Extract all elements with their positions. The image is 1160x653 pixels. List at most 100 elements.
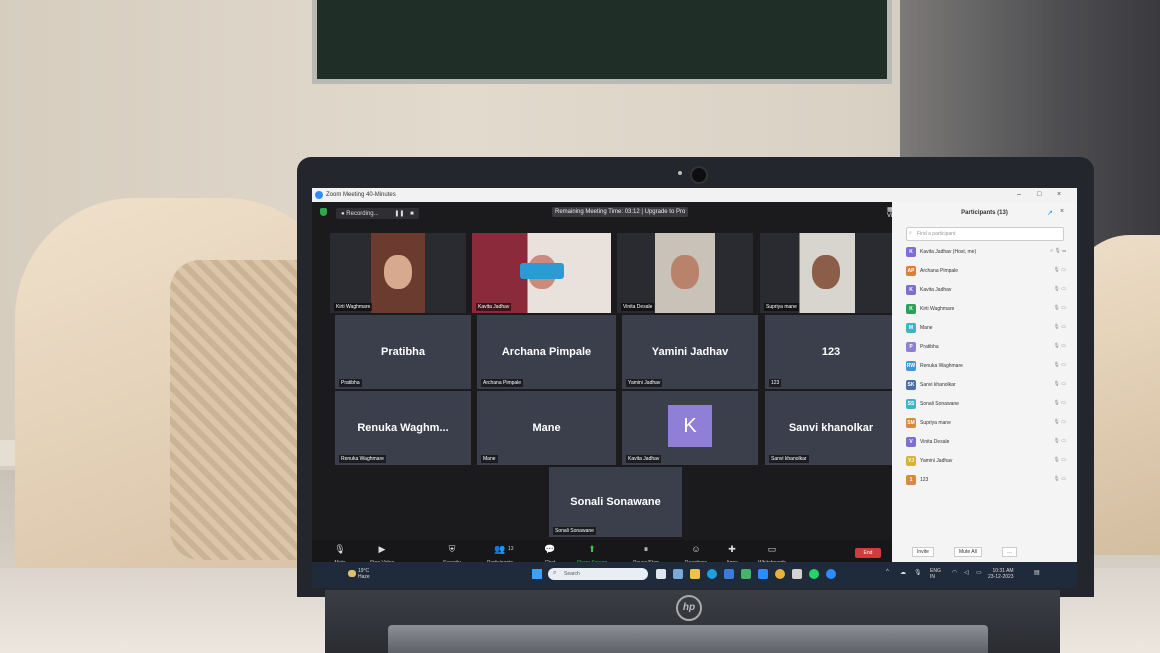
search-icon: ⌕: [553, 570, 557, 576]
popout-icon[interactable]: ↗: [1047, 209, 1053, 217]
microphone-icon[interactable]: 🎙: [914, 569, 922, 576]
mic-camera-status-icon[interactable]: 🎙 ▭: [1054, 476, 1066, 482]
volume-icon[interactable]: ◁: [964, 569, 969, 576]
whatsapp-icon[interactable]: [809, 569, 819, 579]
video-tile[interactable]: Supriya mane: [760, 233, 892, 313]
mic-camera-status-icon[interactable]: 🎙 ▭: [1054, 419, 1066, 425]
invite-button[interactable]: Invite: [912, 547, 934, 557]
participant-row[interactable]: M Mane 🎙 ▭: [906, 323, 1066, 335]
language-indicator[interactable]: ENG IN: [930, 568, 941, 580]
task-view-icon[interactable]: [656, 569, 666, 579]
maximize-icon[interactable]: □: [1037, 191, 1041, 198]
mic-camera-status-icon[interactable]: 🎙 ▭: [1054, 286, 1066, 292]
video-tile[interactable]: Pratibha Pratibha: [335, 315, 471, 389]
wifi-icon[interactable]: ◠: [952, 569, 957, 576]
video-tile[interactable]: Sonali Sonawane Sonali Sonawane: [549, 467, 682, 537]
video-tile[interactable]: 123 123: [765, 315, 897, 389]
mic-camera-status-icon[interactable]: 🎙 ▭: [1054, 438, 1066, 444]
participant-row[interactable]: AP Archana Pimpale 🎙 ▭: [906, 266, 1066, 278]
mic-camera-status-icon[interactable]: 🎙 ▭: [1054, 400, 1066, 406]
windows-start-icon[interactable]: [532, 569, 542, 579]
close-icon[interactable]: ×: [1057, 191, 1061, 198]
participant-search-input[interactable]: ⌕ Find a participant: [906, 227, 1064, 241]
tile-name-label: Supriya mane: [764, 303, 799, 311]
pause-icon[interactable]: ❚❚: [394, 211, 404, 217]
avatar: SS: [906, 399, 916, 409]
mic-camera-status-icon[interactable]: 🎙 ▭: [1054, 305, 1066, 311]
tile-name-label: Renuka Waghmare: [339, 455, 386, 463]
video-tile[interactable]: Renuka Waghm... Renuka Waghmare: [335, 391, 471, 465]
tile-name-label: Sanvi khanolkar: [769, 455, 809, 463]
participant-row[interactable]: SM Supriya mane 🎙 ▭: [906, 418, 1066, 430]
whiteboard-icon: ▭: [767, 544, 777, 554]
mic-camera-status-icon[interactable]: 🎙 ▭: [1054, 267, 1066, 273]
more-options-button[interactable]: …: [1002, 547, 1017, 557]
avatar: K: [906, 247, 916, 257]
video-tile[interactable]: Vinita Desale: [617, 233, 753, 313]
laptop-screen: Zoom Meeting 40-Minutes – □ × ● Recordin…: [312, 188, 1077, 588]
mic-camera-status-icon[interactable]: 🎙 ▭: [1054, 381, 1066, 387]
edge-browser-icon[interactable]: [707, 569, 717, 579]
notification-icon[interactable]: ▤: [1034, 569, 1040, 576]
participant-row[interactable]: RW Renuka Waghmare 🎙 ▭: [906, 361, 1066, 373]
webcam-icon: [690, 166, 708, 184]
avatar: RW: [906, 361, 916, 371]
close-panel-icon[interactable]: ×: [1060, 208, 1064, 215]
tile-name-label: Pratibha: [339, 379, 362, 387]
remaining-time-banner[interactable]: Remaining Meeting Time: 03:12 | Upgrade …: [552, 207, 689, 217]
video-tile[interactable]: Archana Pimpale Archana Pimpale: [477, 315, 616, 389]
video-tile[interactable]: Kirti Waghmare: [330, 233, 466, 313]
participant-row[interactable]: P Pratibha 🎙 ▭: [906, 342, 1066, 354]
taskbar-clock[interactable]: 10:31 AM 23-12-2023: [988, 568, 1014, 580]
participant-row[interactable]: SS Sonali Sonawane 🎙 ▭: [906, 399, 1066, 411]
participant-name: Archana Pimpale: [920, 268, 959, 274]
taskbar-search-placeholder: Search: [564, 571, 580, 577]
avatar: SK: [906, 380, 916, 390]
store-icon[interactable]: [724, 569, 734, 579]
mic-camera-status-icon[interactable]: ⌕ 🎙 ▭: [1050, 248, 1066, 254]
zoom-app-icon[interactable]: [826, 569, 836, 579]
chevron-up-icon[interactable]: ^: [886, 569, 889, 575]
mic-camera-status-icon[interactable]: 🎙 ▭: [1054, 362, 1066, 368]
tile-name-label: Kavita Jadhav: [626, 455, 662, 463]
participant-face: [384, 255, 412, 289]
shield-icon[interactable]: [320, 208, 327, 216]
participant-name: Renuka Waghmare: [920, 363, 963, 369]
video-tile[interactable]: K Kavita Jadhav: [622, 391, 758, 465]
participant-row[interactable]: K Kavita Jadhav (Host, me) ⌕ 🎙 ▭: [906, 247, 1066, 259]
chrome-icon[interactable]: [775, 569, 785, 579]
end-meeting-button[interactable]: End: [855, 548, 881, 558]
participant-row[interactable]: SK Sanvi khanolkar 🎙 ▭: [906, 380, 1066, 392]
zoom-taskbar-icon[interactable]: [758, 569, 768, 579]
people-icon: 👥: [494, 544, 506, 554]
recording-indicator[interactable]: ● Recording... ❚❚ ■: [336, 208, 419, 219]
cloud-icon[interactable]: ☁: [900, 569, 906, 576]
weather-widget[interactable]: 19°C Haze: [358, 568, 370, 580]
participant-row[interactable]: K Kavita Jadhav 🎙 ▭: [906, 285, 1066, 297]
minimize-icon[interactable]: –: [1017, 191, 1021, 198]
battery-icon[interactable]: ▭: [976, 569, 982, 576]
participant-row[interactable]: 1 123 🎙 ▭: [906, 475, 1066, 487]
video-tile[interactable]: Yamini Jadhav Yamini Jadhav: [622, 315, 758, 389]
participant-row[interactable]: K Kirti Waghmare 🎙 ▭: [906, 304, 1066, 316]
mic-camera-status-icon[interactable]: 🎙 ▭: [1054, 324, 1066, 330]
participant-row[interactable]: YJ Yamini Jadhav 🎙 ▭: [906, 456, 1066, 468]
mic-camera-status-icon[interactable]: 🎙 ▭: [1054, 343, 1066, 349]
stop-icon[interactable]: ■: [410, 211, 414, 217]
participant-name: 123: [920, 477, 929, 483]
app-icon-green[interactable]: [741, 569, 751, 579]
share-screen-icon: ⬆: [588, 544, 596, 554]
file-explorer-icon[interactable]: [690, 569, 700, 579]
tile-display-name: Renuka Waghm...: [357, 422, 449, 434]
tile-name-label: Vinita Desale: [621, 303, 655, 311]
mute-all-button[interactable]: Mute All: [954, 547, 982, 557]
chat-app-icon[interactable]: [673, 569, 683, 579]
mic-camera-status-icon[interactable]: 🎙 ▭: [1054, 457, 1066, 463]
taskbar-search-input[interactable]: ⌕ Search: [548, 568, 648, 580]
participant-row[interactable]: V Vinita Desale 🎙 ▭: [906, 437, 1066, 449]
photos-icon[interactable]: [792, 569, 802, 579]
participant-count: 13: [508, 546, 514, 552]
video-tile[interactable]: Kavita Jadhav: [472, 233, 611, 313]
video-tile[interactable]: Sanvi khanolkar Sanvi khanolkar: [765, 391, 897, 465]
video-tile[interactable]: Mane Mane: [477, 391, 616, 465]
